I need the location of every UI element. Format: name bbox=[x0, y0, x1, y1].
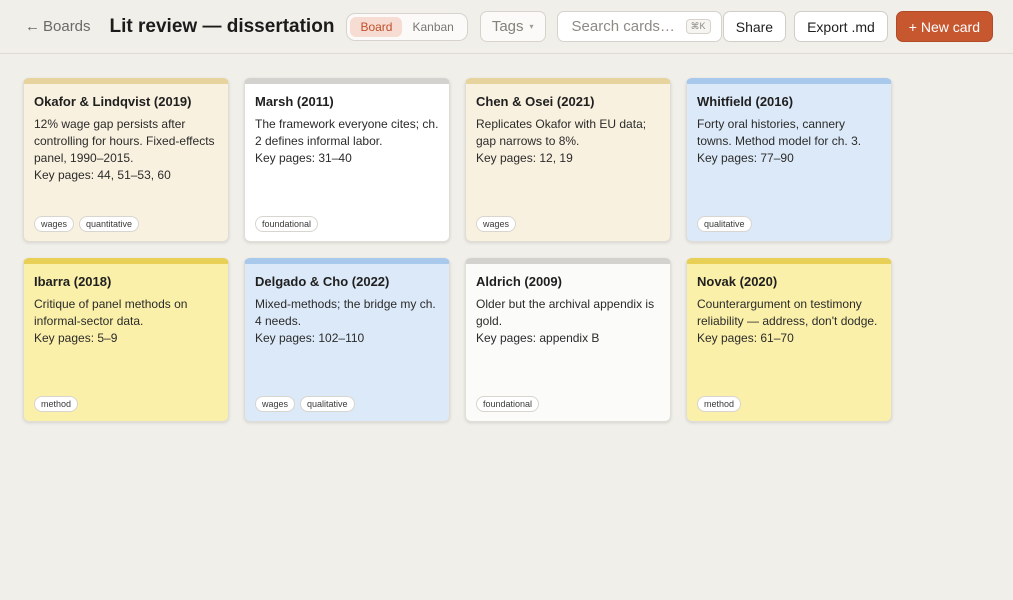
back-arrow-icon: ← bbox=[25, 18, 40, 35]
card-key-pages: Key pages: 12, 19 bbox=[476, 151, 573, 165]
card[interactable]: Whitfield (2016) Forty oral histories, c… bbox=[686, 78, 892, 242]
card-title: Marsh (2011) bbox=[255, 94, 334, 109]
card-title: Okafor & Lindqvist (2019) bbox=[34, 94, 192, 109]
card-key-pages: Key pages: 5–9 bbox=[34, 331, 118, 345]
card-summary: Counterargument on testimony reliability… bbox=[697, 297, 878, 328]
card[interactable]: Aldrich (2009) Older but the archival ap… bbox=[465, 258, 671, 422]
card-tags: foundational bbox=[255, 216, 319, 232]
card-body: Mixed-methods; the bridge my ch. 4 needs… bbox=[255, 296, 439, 347]
card-body: The framework everyone cites; ch. 2 defi… bbox=[255, 116, 439, 167]
tag-chip[interactable]: foundational bbox=[255, 216, 319, 232]
card-body: Replicates Okafor with EU data; gap narr… bbox=[476, 116, 660, 167]
card-summary: Critique of panel methods on informal-se… bbox=[34, 297, 188, 328]
tag-chip[interactable]: method bbox=[34, 396, 79, 412]
tag-chip[interactable]: foundational bbox=[476, 396, 540, 412]
card-key-pages: Key pages: 102–110 bbox=[255, 331, 365, 345]
card-body: Forty oral histories, cannery towns. Met… bbox=[697, 116, 881, 167]
top-bar: ← Boards Lit review — dissertation Board… bbox=[0, 0, 1013, 54]
card-summary: The framework everyone cites; ch. 2 defi… bbox=[255, 117, 439, 148]
back-link-label: Boards bbox=[43, 18, 91, 35]
search-box: ⌘K bbox=[556, 11, 722, 42]
card-tags: method bbox=[697, 396, 742, 412]
card-title: Novak (2020) bbox=[697, 274, 778, 289]
card-summary: Replicates Okafor with EU data; gap narr… bbox=[476, 117, 647, 148]
view-kanban-tab[interactable]: Kanban bbox=[402, 17, 463, 37]
card-key-pages: Key pages: 31–40 bbox=[255, 151, 352, 165]
card-title: Whitfield (2016) bbox=[697, 94, 794, 109]
card-summary: 12% wage gap persists after controlling … bbox=[34, 117, 215, 165]
card-summary: Forty oral histories, cannery towns. Met… bbox=[697, 117, 862, 148]
card-key-pages: Key pages: 77–90 bbox=[697, 151, 794, 165]
card-summary: Mixed-methods; the bridge my ch. 4 needs… bbox=[255, 297, 436, 328]
card-tags: wages qualitative bbox=[255, 396, 355, 412]
card-title: Ibarra (2018) bbox=[34, 274, 112, 289]
card-board: Okafor & Lindqvist (2019) 12% wage gap p… bbox=[0, 54, 1013, 422]
card-tags: qualitative bbox=[697, 216, 752, 232]
card-body: 12% wage gap persists after controlling … bbox=[34, 116, 218, 184]
card-key-pages: Key pages: 44, 51–53, 60 bbox=[34, 168, 171, 182]
export-md-button[interactable]: Export .md bbox=[794, 11, 888, 42]
page-title: Lit review — dissertation bbox=[109, 15, 335, 37]
tag-chip[interactable]: wages bbox=[34, 216, 75, 232]
card-body: Older but the archival appendix is gold.… bbox=[476, 296, 660, 347]
card-summary: Older but the archival appendix is gold. bbox=[476, 297, 655, 328]
card-tags: wages quantitative bbox=[34, 216, 140, 232]
card-key-pages: Key pages: 61–70 bbox=[697, 331, 794, 345]
search-shortcut-badge: ⌘K bbox=[685, 19, 711, 34]
tag-chip[interactable]: quantitative bbox=[79, 216, 140, 232]
card-tags: foundational bbox=[476, 396, 540, 412]
card-body: Counterargument on testimony reliability… bbox=[697, 296, 881, 347]
card-tags: wages bbox=[476, 216, 517, 232]
chevron-down-icon: ▾ bbox=[529, 22, 534, 31]
card-title: Chen & Osei (2021) bbox=[476, 94, 595, 109]
card[interactable]: Marsh (2011) The framework everyone cite… bbox=[244, 78, 450, 242]
view-board-tab[interactable]: Board bbox=[350, 16, 403, 37]
card[interactable]: Novak (2020) Counterargument on testimon… bbox=[686, 258, 892, 422]
card-key-pages: Key pages: appendix B bbox=[476, 331, 600, 345]
tag-chip[interactable]: qualitative bbox=[697, 216, 752, 232]
card[interactable]: Chen & Osei (2021) Replicates Okafor wit… bbox=[465, 78, 671, 242]
card[interactable]: Ibarra (2018) Critique of panel methods … bbox=[23, 258, 229, 422]
card-body: Critique of panel methods on informal-se… bbox=[34, 296, 218, 347]
tag-chip[interactable]: qualitative bbox=[300, 396, 355, 412]
view-toggle: Board Kanban bbox=[346, 12, 468, 41]
tags-filter-label: Tags bbox=[491, 18, 524, 35]
card[interactable]: Delgado & Cho (2022) Mixed-methods; the … bbox=[244, 258, 450, 422]
tag-chip[interactable]: wages bbox=[255, 396, 296, 412]
new-card-button[interactable]: + New card bbox=[895, 11, 993, 42]
tags-filter-dropdown[interactable]: Tags ▾ bbox=[479, 11, 546, 42]
header-actions: Share Export .md + New card bbox=[722, 11, 993, 42]
card-title: Aldrich (2009) bbox=[476, 274, 562, 289]
search-input[interactable] bbox=[569, 17, 684, 36]
back-to-boards-link[interactable]: ← Boards bbox=[25, 18, 91, 35]
card[interactable]: Okafor & Lindqvist (2019) 12% wage gap p… bbox=[23, 78, 229, 242]
tag-chip[interactable]: method bbox=[697, 396, 742, 412]
card-tags: method bbox=[34, 396, 79, 412]
card-title: Delgado & Cho (2022) bbox=[255, 274, 390, 289]
share-button[interactable]: Share bbox=[722, 11, 787, 42]
card-grid: Okafor & Lindqvist (2019) 12% wage gap p… bbox=[23, 78, 1013, 422]
tag-chip[interactable]: wages bbox=[476, 216, 517, 232]
